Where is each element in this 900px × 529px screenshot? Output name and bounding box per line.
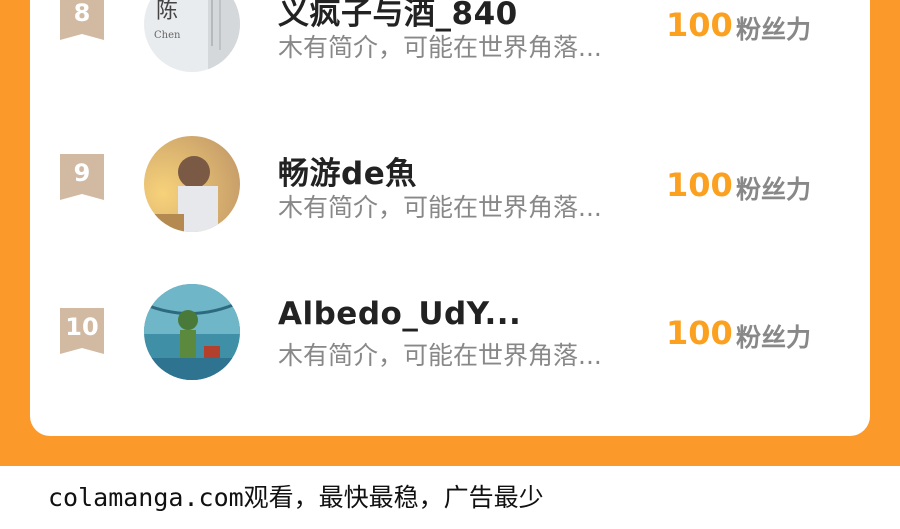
- rank-number: 8: [73, 0, 91, 27]
- user-bio: 木有简介，可能在世界角落...: [278, 341, 602, 370]
- rank-number: 9: [73, 159, 91, 187]
- avatar[interactable]: [144, 284, 240, 380]
- rank-badge-icon: 9: [60, 154, 104, 200]
- ranking-card: 8 陈 Chen 义疯子与酒_840 木有简介，可能在世界角落... 100 粉…: [30, 0, 870, 436]
- avatar[interactable]: [144, 136, 240, 232]
- user-bio: 木有简介，可能在世界角落...: [278, 193, 602, 222]
- fan-score: 100: [666, 166, 733, 204]
- fan-power-label: 粉丝力: [736, 15, 812, 44]
- ranking-row[interactable]: 9 畅游de魚 木有简介，可能在世界角落... 100 粉丝力: [30, 130, 870, 250]
- fan-score: 100: [666, 6, 733, 44]
- rank-number: 10: [65, 313, 99, 341]
- fan-score: 100: [666, 314, 733, 352]
- ranking-row[interactable]: 8 陈 Chen 义疯子与酒_840 木有简介，可能在世界角落... 100 粉…: [30, 0, 870, 90]
- ranking-frame: 8 陈 Chen 义疯子与酒_840 木有简介，可能在世界角落... 100 粉…: [0, 0, 900, 466]
- ranking-row[interactable]: 10 Albedo_UdY... 木有简介，可能在世界角落... 100 粉丝力: [30, 284, 870, 404]
- svg-text:Chen: Chen: [154, 30, 181, 41]
- fan-power-label: 粉丝力: [736, 175, 812, 204]
- user-name[interactable]: 畅游de魚: [278, 148, 417, 193]
- avatar[interactable]: 陈 Chen: [144, 0, 240, 72]
- svg-text:陈: 陈: [156, 0, 178, 24]
- user-bio: 木有简介，可能在世界角落...: [278, 33, 602, 62]
- rank-badge-icon: 10: [60, 308, 104, 354]
- fan-power-label: 粉丝力: [736, 323, 812, 352]
- rank-badge-icon: 8: [60, 0, 104, 40]
- user-name[interactable]: Albedo_UdY...: [278, 296, 521, 332]
- source-footer: colamanga.com观看，最快最稳，广告最少: [48, 483, 544, 512]
